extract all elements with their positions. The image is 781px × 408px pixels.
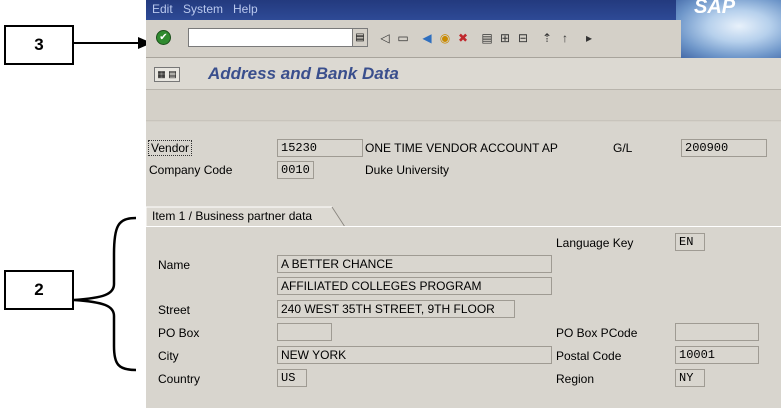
language-key-field[interactable]: EN [675,233,705,251]
collapse-arrow-icon[interactable]: ◁ [378,31,392,45]
standard-toolbar: ✔ ▤ ◁ ▭ ◀ ◉ ✖ ▤ ⊞ ⊟ ⇡ ↑ ▸ [146,20,681,58]
gl-label: G/L [613,141,633,155]
tab-business-partner-data[interactable]: Item 1 / Business partner data [146,206,346,227]
tab-label: Item 1 / Business partner data [152,209,313,223]
print-icon[interactable]: ▤ [480,31,494,45]
name-line1-field[interactable]: A BETTER CHANCE [277,255,552,273]
previous-page-icon[interactable]: ↑ [558,31,572,45]
main-content: Vendor 15230 ONE TIME VENDOR ACCOUNT AP … [146,122,781,408]
command-field-dropdown-icon[interactable]: ▤ [352,28,368,47]
country-label: Country [158,372,201,386]
po-box-pcode-label: PO Box PCode [556,326,638,340]
company-code-field: 0010 [277,161,314,179]
po-box-field[interactable] [277,323,332,341]
street-field[interactable]: 240 WEST 35TH STREET, 9TH FLOOR [277,300,515,318]
application-toolbar [146,91,781,121]
exit-icon[interactable]: ◉ [438,31,452,45]
callout-arrow [74,37,152,49]
city-field[interactable]: NEW YORK [277,346,552,364]
company-code-label: Company Code [149,163,233,177]
sap-window: Edit System Help SAP ✔ ▤ ◁ ▭ ◀ ◉ ✖ ▤ ⊞ ⊟… [146,0,781,408]
tab-divider [146,226,781,227]
enter-check-icon[interactable]: ✔ [156,30,171,45]
city-label: City [158,349,179,363]
vendor-label: Vendor [148,140,193,156]
callout-bracket [74,216,137,372]
region-label: Region [556,372,595,386]
menu-edit[interactable]: Edit [152,2,173,16]
title-bar: ▦ ▤ Address and Bank Data [146,58,781,90]
gl-field: 200900 [681,139,767,157]
command-field[interactable] [188,28,352,47]
postal-code-field[interactable]: 10001 [675,346,759,364]
sap-logo-text: SAP [694,0,736,18]
menu-help[interactable]: Help [233,2,258,16]
po-box-pcode-field[interactable] [675,323,759,341]
find-next-icon[interactable]: ⊟ [516,31,530,45]
name-line2-field[interactable]: AFFILIATED COLLEGES PROGRAM [277,277,552,295]
create-session-icon[interactable]: ▸ [582,31,596,45]
postal-code-label: Postal Code [556,349,622,363]
back-icon[interactable]: ◀ [420,31,434,45]
company-name: Duke University [365,163,450,177]
name-label: Name [158,258,191,272]
cancel-icon[interactable]: ✖ [456,31,470,45]
page-title: Address and Bank Data [208,64,399,83]
callout-3: 3 [4,25,74,65]
vendor-field: 15230 [277,139,363,157]
sap-logo: SAP [676,0,781,58]
language-key-label: Language Key [556,236,634,250]
callout-2: 2 [4,270,74,310]
vendor-name: ONE TIME VENDOR ACCOUNT AP [365,141,558,155]
menu-system[interactable]: System [183,2,223,16]
first-page-icon[interactable]: ⇡ [540,31,554,45]
find-icon[interactable]: ⊞ [498,31,512,45]
region-field[interactable]: NY [675,369,705,387]
save-icon[interactable]: ▭ [396,31,410,45]
country-field[interactable]: US [277,369,307,387]
screen-icons[interactable]: ▦ ▤ [154,67,180,82]
street-label: Street [158,303,191,317]
po-box-label: PO Box [158,326,200,340]
